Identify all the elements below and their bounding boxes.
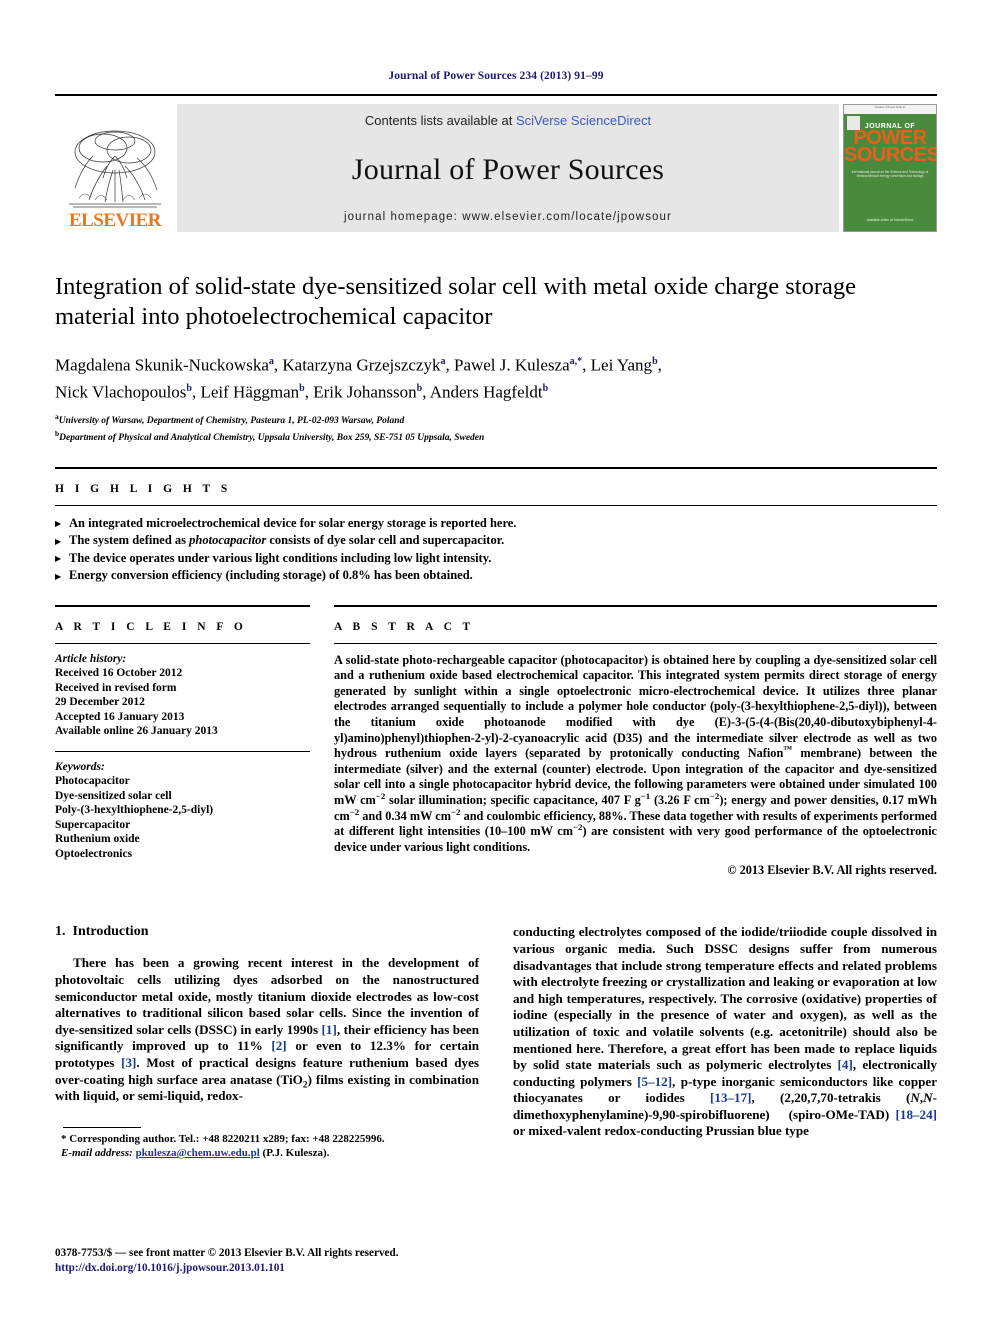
article-history: Article history: Received 16 October 201… — [55, 652, 310, 739]
cover-subtitle: international journal on the Science and… — [851, 170, 929, 179]
highlights-top-rule — [55, 466, 937, 469]
affiliation-b: bDepartment of Physical and Analytical C… — [55, 428, 485, 444]
masthead-center-panel: Contents lists available at SciVerse Sci… — [177, 104, 839, 232]
citation-ref[interactable]: [3] — [121, 1055, 136, 1070]
author-line-2: Nick Vlachopoulosb, Leif Häggmanb, Erik … — [55, 382, 549, 402]
title-block: Integration of solid-state dye-sensitize… — [55, 272, 937, 445]
highlight-text-3: The device operates under various light … — [69, 550, 492, 565]
journal-masthead: ELSEVIER Contents lists available at Sci… — [55, 94, 937, 232]
citation-ref[interactable]: [4] — [838, 1057, 853, 1072]
affiliation-b-text: Department of Physical and Analytical Ch… — [59, 433, 485, 444]
highlights-section: H I G H L I G H T S An integrated microe… — [55, 466, 937, 585]
journal-cover-thumbnail[interactable]: Journal of Power Sources JOURNAL OF POWE… — [843, 104, 937, 232]
journal-homepage-line[interactable]: journal homepage: www.elsevier.com/locat… — [344, 211, 672, 223]
article-info-label: A R T I C L E I N F O — [55, 620, 247, 633]
body-columns: 1. Introduction There has been a growing … — [55, 924, 937, 1160]
intro-paragraph-right: conducting electrolytes composed of the … — [513, 924, 938, 1139]
elsevier-logo: ELSEVIER — [55, 104, 175, 232]
keywords-divider — [55, 750, 310, 752]
highlights-label: H I G H L I G H T S — [55, 482, 232, 495]
citation-ref[interactable]: [1] — [322, 1022, 337, 1037]
highlight-text-1: An integrated microelectrochemical devic… — [69, 515, 517, 530]
keyword-item: Poly-(3-hexylthiophene-2,5-diyl) — [55, 804, 214, 817]
intro-paragraph-left: There has been a growing recent interest… — [55, 955, 480, 1104]
issn-copyright-line: 0378-7753/$ — see front matter © 2013 El… — [55, 1247, 399, 1259]
keyword-item: Photocapacitor — [55, 775, 130, 788]
footnote-line-1: * Corresponding author. Tel.: +48 822021… — [61, 1132, 385, 1145]
corresponding-email-link[interactable]: pkulesza@chem.uw.edu.pl — [136, 1147, 260, 1159]
history-item: Available online 26 January 2013 — [55, 725, 218, 738]
cover-elsevier-mark-icon — [847, 116, 860, 130]
list-item: An integrated microelectrochemical devic… — [55, 515, 937, 532]
section-heading-introduction: 1. Introduction — [55, 924, 479, 940]
info-inner-rule — [55, 642, 310, 644]
journal-title: Journal of Power Sources — [351, 152, 665, 186]
highlights-list: An integrated microelectrochemical devic… — [55, 515, 937, 585]
history-item: Accepted 16 January 2013 — [55, 710, 185, 723]
journal-article-page: Journal of Power Sources 234 (2013) 91–9… — [0, 0, 992, 1323]
footnote-line-2: E-mail address: pkulesza@chem.uw.edu.pl … — [55, 1146, 479, 1161]
keyword-item: Supercapacitor — [55, 818, 131, 831]
contents-prefix: Contents lists available at — [364, 113, 516, 128]
history-item: Received in revised form — [55, 681, 177, 694]
highlight-italic-term: photocapacitor — [189, 533, 267, 548]
sciencedirect-link[interactable]: SciVerse ScienceDirect — [516, 113, 651, 128]
list-item: Energy conversion efficiency (including … — [55, 567, 937, 585]
running-head: Journal of Power Sources 234 (2013) 91–9… — [388, 70, 604, 82]
info-abstract-section: A R T I C L E I N F O Article history: R… — [55, 604, 938, 879]
cover-wordmark: POWER SOURCES — [844, 128, 937, 166]
cover-word-sources: SOURCES — [844, 144, 937, 166]
corresponding-author-footnote: * Corresponding author. Tel.: +48 822021… — [55, 1126, 479, 1161]
info-top-rule — [55, 604, 310, 607]
author-line-1: Magdalena Skunik-Nuckowskaa, Katarzyna G… — [55, 355, 662, 375]
doi-link[interactable]: http://dx.doi.org/10.1016/j.jpowsour.201… — [55, 1261, 399, 1276]
affiliation-a-text: University of Warsaw, Department of Chem… — [58, 416, 405, 427]
cover-bottom-note: Available online at ScienceDirect — [866, 218, 914, 222]
abstract-label: A B S T R A C T — [334, 620, 475, 633]
abstract-inner-rule — [334, 642, 937, 644]
page-footer: 0378-7753/$ — see front matter © 2013 El… — [55, 1246, 399, 1275]
keyword-item: Ruthenium oxide — [55, 833, 140, 846]
keyword-item: Dye-sensitized solar cell — [55, 789, 172, 802]
citation-ref[interactable]: [5–12] — [637, 1074, 672, 1089]
keywords-heading: Keywords: — [55, 760, 105, 773]
citation-ref[interactable]: [2] — [271, 1038, 286, 1053]
body-column-right: conducting electrolytes composed of the … — [513, 924, 937, 1160]
abstract-text: A solid-state photo-rechargeable capacit… — [334, 652, 938, 854]
highlight-text-4: Energy conversion efficiency (including … — [69, 568, 473, 583]
page-title: Integration of solid-state dye-sensitize… — [55, 273, 856, 330]
article-history-heading: Article history: — [55, 652, 127, 665]
abstract-top-rule — [334, 604, 937, 607]
history-item: 29 December 2012 — [55, 696, 145, 709]
footnote-email-label: E-mail address: — [61, 1147, 133, 1160]
article-info-column: A R T I C L E I N F O Article history: R… — [55, 604, 310, 879]
author-list: Magdalena Skunik-Nuckowskaa, Katarzyna G… — [55, 350, 937, 403]
affiliations: aUniversity of Warsaw, Department of Che… — [55, 411, 937, 444]
affiliation-a: aUniversity of Warsaw, Department of Che… — [55, 412, 405, 427]
footnote-email-suffix: (P.J. Kulesza). — [262, 1147, 330, 1160]
highlights-inner-rule — [55, 504, 937, 506]
body-column-left: 1. Introduction There has been a growing … — [55, 924, 479, 1160]
elsevier-wordmark: ELSEVIER — [68, 210, 162, 231]
list-item: The system defined as photocapacitor con… — [55, 532, 937, 550]
cover-top-strip: Journal of Power Sources — [844, 105, 936, 114]
contents-available-line: Contents lists available at SciVerse Sci… — [365, 113, 651, 128]
keywords-list: Keywords: Photocapacitor Dye-sensitized … — [55, 760, 310, 862]
citation-ref[interactable]: [18–24] — [896, 1107, 937, 1122]
abstract-column: A B S T R A C T A solid-state photo-rech… — [334, 604, 938, 879]
section-title: Introduction — [72, 924, 149, 940]
abstract-copyright: © 2013 Elsevier B.V. All rights reserved… — [727, 863, 937, 878]
list-item: The device operates under various light … — [55, 550, 937, 567]
history-item: Received 16 October 2012 — [55, 667, 183, 680]
keyword-item: Optoelectronics — [55, 847, 133, 860]
section-number: 1. — [55, 924, 66, 940]
elsevier-tree-icon — [63, 126, 167, 210]
citation-ref[interactable]: [13–17] — [710, 1090, 751, 1105]
